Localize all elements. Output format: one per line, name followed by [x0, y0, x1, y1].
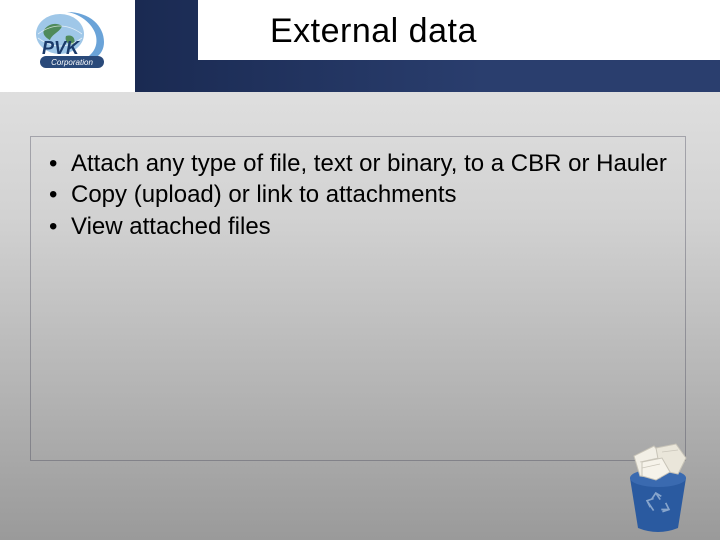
content-box: Attach any type of file, text or binary,… [30, 136, 686, 461]
bullet-item: Attach any type of file, text or binary,… [45, 149, 671, 178]
slide-title: External data [270, 12, 477, 51]
logo-text: PVK [42, 38, 81, 58]
bullet-list: Attach any type of file, text or binary,… [45, 149, 671, 241]
bullet-item: Copy (upload) or link to attachments [45, 180, 671, 209]
slide: PVK Corporation External data Attach any… [0, 0, 720, 540]
header-bar: PVK Corporation External data [0, 0, 720, 92]
logo-subtitle: Corporation [51, 58, 93, 67]
recycle-bin-icon [612, 438, 704, 534]
company-logo: PVK Corporation [12, 6, 127, 74]
bullet-item: View attached files [45, 212, 671, 241]
